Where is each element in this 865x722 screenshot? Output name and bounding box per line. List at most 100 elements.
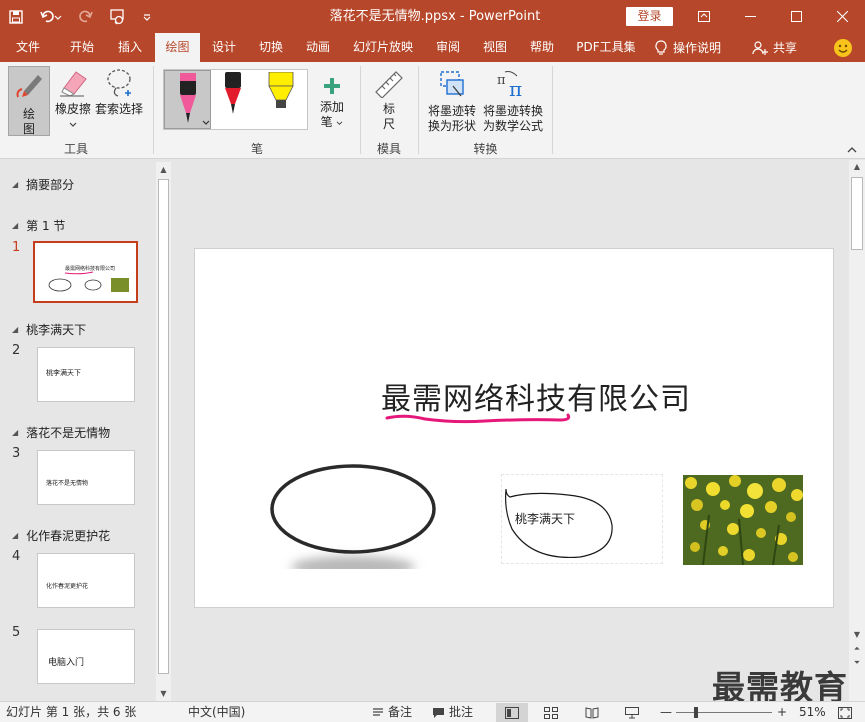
collapse-ribbon-button[interactable]	[847, 145, 857, 156]
slide-scrollbar[interactable]: ▲ ▼ ⏶ ⏷	[849, 160, 865, 701]
minimize-button[interactable]	[727, 0, 773, 33]
thumb-ellipse	[48, 278, 72, 292]
zoom-out-button[interactable]: —	[660, 704, 672, 721]
section-2[interactable]: ◢ 桃李满天下	[12, 321, 86, 338]
slide-number: 3	[12, 446, 21, 461]
pen-red[interactable]	[218, 72, 248, 123]
pen-pink-selected[interactable]	[164, 70, 211, 129]
section-title: 化作春泥更护花	[26, 529, 111, 543]
section-4[interactable]: ◢ 化作春泥更护花	[12, 527, 110, 544]
ink-underline[interactable]	[385, 411, 585, 427]
window-title: 落花不是无情物.ppsx - PowerPoint	[329, 9, 541, 24]
maximize-button[interactable]	[773, 0, 819, 33]
login-button[interactable]: 登录	[626, 7, 673, 26]
slideshow-view-button[interactable]	[625, 704, 639, 721]
highlighter-yellow[interactable]	[264, 71, 298, 119]
section-1[interactable]: ◢ 第 1 节	[12, 217, 65, 234]
lightbulb-icon	[655, 39, 667, 55]
tab-help[interactable]: 帮助	[519, 33, 565, 62]
scroll-up-icon[interactable]: ▲	[849, 160, 865, 173]
scrollbar-thumb[interactable]	[158, 179, 169, 674]
add-pen-label-2: 笔	[314, 115, 350, 130]
tab-insert[interactable]: 插入	[106, 33, 154, 62]
chevron-down-icon	[143, 13, 151, 21]
slide-number: 2	[12, 343, 21, 358]
section-3[interactable]: ◢ 落花不是无情物	[12, 424, 110, 441]
slide-thumbnail-4[interactable]: 化作春泥更护花	[37, 553, 135, 608]
collapse-triangle-icon: ◢	[12, 428, 19, 437]
tab-transitions[interactable]: 切换	[248, 33, 294, 62]
feedback-smiley-icon[interactable]	[834, 39, 852, 57]
eraser-button[interactable]: 橡皮擦	[52, 66, 94, 132]
ruler-button[interactable]: 标 尺	[368, 68, 410, 132]
slide-sorter-button[interactable]	[544, 704, 558, 721]
zoom-slider[interactable]	[676, 704, 772, 721]
notes-button[interactable]: 备注	[372, 704, 412, 721]
plus-icon	[324, 78, 340, 94]
slide-sorter-icon	[544, 706, 558, 719]
reading-view-button[interactable]	[585, 704, 599, 721]
ribbon-draw: 绘 图 橡皮擦 套索选择 工具 添加 笔 笔 标 尺 模具 将墨迹转 换为形状 …	[0, 62, 865, 159]
redo-button[interactable]	[70, 0, 102, 33]
share-label: 共享	[773, 41, 798, 55]
scrollbar-thumb[interactable]	[851, 177, 863, 250]
slide-thumbnail-1[interactable]: 最需网络科技有限公司	[33, 241, 138, 303]
ink-to-shape-button[interactable]: 将墨迹转 换为形状	[425, 68, 479, 134]
zoom-level[interactable]: 51%	[799, 704, 826, 721]
collapse-triangle-icon: ◢	[12, 180, 19, 189]
ribbon-display-options-button[interactable]	[681, 0, 727, 33]
lasso-select-button[interactable]: 套索选择	[94, 66, 144, 117]
smiley-face-icon	[838, 44, 848, 53]
ellipse-shape[interactable]	[265, 459, 445, 569]
language-indicator[interactable]: 中文(中国)	[188, 704, 245, 721]
save-button[interactable]	[0, 0, 32, 33]
thumb-ink-circle	[84, 279, 102, 291]
undo-icon	[40, 10, 62, 22]
reading-view-icon	[585, 706, 599, 719]
slide-canvas[interactable]: 最需网络科技有限公司 桃李满天下	[194, 248, 834, 608]
tab-file[interactable]: 文件	[4, 33, 52, 62]
thumb-text: 落花不是无情物	[46, 480, 89, 487]
tab-view[interactable]: 视图	[472, 33, 518, 62]
fit-slide-button[interactable]	[838, 704, 852, 721]
chevron-down-icon	[337, 121, 343, 126]
tab-pdf-tools[interactable]: PDF工具集	[568, 33, 644, 62]
highlighter-icon	[268, 71, 294, 108]
normal-view-button[interactable]	[496, 703, 528, 722]
textbox[interactable]: 桃李满天下	[501, 474, 663, 564]
tab-animations[interactable]: 动画	[295, 33, 341, 62]
add-pen-button[interactable]: 添加 笔	[314, 76, 350, 130]
slide-number: 5	[12, 625, 21, 640]
slide-number: 1	[12, 240, 21, 255]
minimize-icon	[744, 15, 756, 17]
scroll-down-icon[interactable]: ▼	[156, 686, 171, 701]
normal-view-icon	[505, 706, 519, 719]
thumbnail-scrollbar[interactable]: ▲ ▼	[156, 162, 171, 701]
zoom-in-button[interactable]: +	[777, 704, 787, 721]
undo-button[interactable]	[32, 0, 70, 33]
rapeseed-flower-photo[interactable]	[683, 475, 803, 565]
scroll-up-icon[interactable]: ▲	[156, 162, 171, 177]
slide-thumbnail-3[interactable]: 落花不是无情物	[37, 450, 135, 505]
next-slide-icon[interactable]: ⏷	[849, 656, 865, 669]
tab-slideshow[interactable]: 幻灯片放映	[342, 33, 424, 62]
comments-button[interactable]: 批注	[432, 704, 473, 721]
tab-design[interactable]: 设计	[201, 33, 247, 62]
tab-review[interactable]: 审阅	[425, 33, 471, 62]
slide-thumbnail-5[interactable]: 电脑入门	[37, 629, 135, 684]
close-button[interactable]	[819, 0, 865, 33]
tell-me-box[interactable]: 操作说明	[655, 33, 721, 62]
zoom-slider-thumb[interactable]	[694, 707, 698, 718]
draw-button[interactable]: 绘 图	[8, 66, 50, 136]
share-button[interactable]: 共享	[752, 33, 797, 62]
previous-slide-icon[interactable]: ⏶	[849, 642, 865, 655]
ink-to-math-button[interactable]: ππ 将墨迹转换 为数学公式	[481, 68, 545, 134]
scroll-down-icon[interactable]: ▼	[849, 628, 865, 641]
start-slideshow-button[interactable]	[102, 0, 134, 33]
tab-home[interactable]: 开始	[58, 33, 106, 62]
tab-draw[interactable]: 绘图	[155, 33, 200, 62]
customize-qat-button[interactable]	[134, 0, 160, 33]
slide-thumbnail-2[interactable]: 桃李满天下	[37, 347, 135, 402]
section-summary[interactable]: ◢ 摘要部分	[12, 176, 74, 193]
pencil-draw-icon	[16, 75, 42, 98]
